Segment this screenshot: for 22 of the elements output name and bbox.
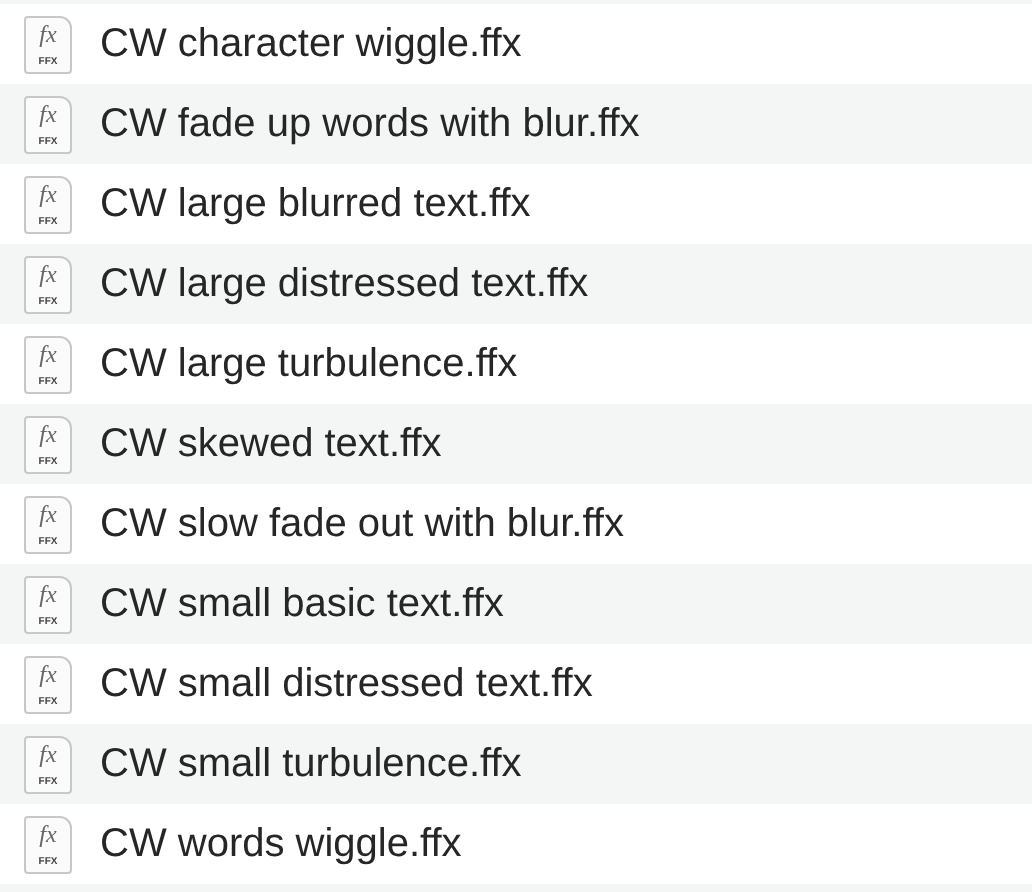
- icon-glyph: fx: [37, 341, 59, 365]
- file-name: CW character wiggle.ffx: [100, 20, 522, 70]
- file-name: CW small distressed text.ffx: [100, 660, 593, 710]
- icon-glyph: fx: [37, 661, 59, 685]
- file-name: CW small basic text.ffx: [100, 580, 504, 630]
- file-name: CW small turbulence.ffx: [100, 740, 522, 790]
- icon-glyph: fx: [37, 821, 59, 845]
- icon-glyph: fx: [37, 421, 59, 445]
- file-name: CW large turbulence.ffx: [100, 340, 518, 390]
- file-name: CW fade up words with blur.ffx: [100, 100, 640, 150]
- icon-glyph: fx: [37, 21, 59, 45]
- file-name: CW large blurred text.ffx: [100, 180, 531, 230]
- icon-glyph: fx: [37, 101, 59, 125]
- icon-glyph: fx: [37, 501, 59, 525]
- file-name: CW slow fade out with blur.ffx: [100, 500, 624, 550]
- file-name: CW large distressed text.ffx: [100, 260, 589, 310]
- icon-glyph: fx: [37, 261, 59, 285]
- file-name: CW words wiggle.ffx: [100, 820, 462, 870]
- icon-glyph: fx: [37, 181, 59, 205]
- icon-glyph: fx: [37, 581, 59, 605]
- file-name: CW skewed text.ffx: [100, 420, 442, 470]
- icon-glyph: fx: [37, 741, 59, 765]
